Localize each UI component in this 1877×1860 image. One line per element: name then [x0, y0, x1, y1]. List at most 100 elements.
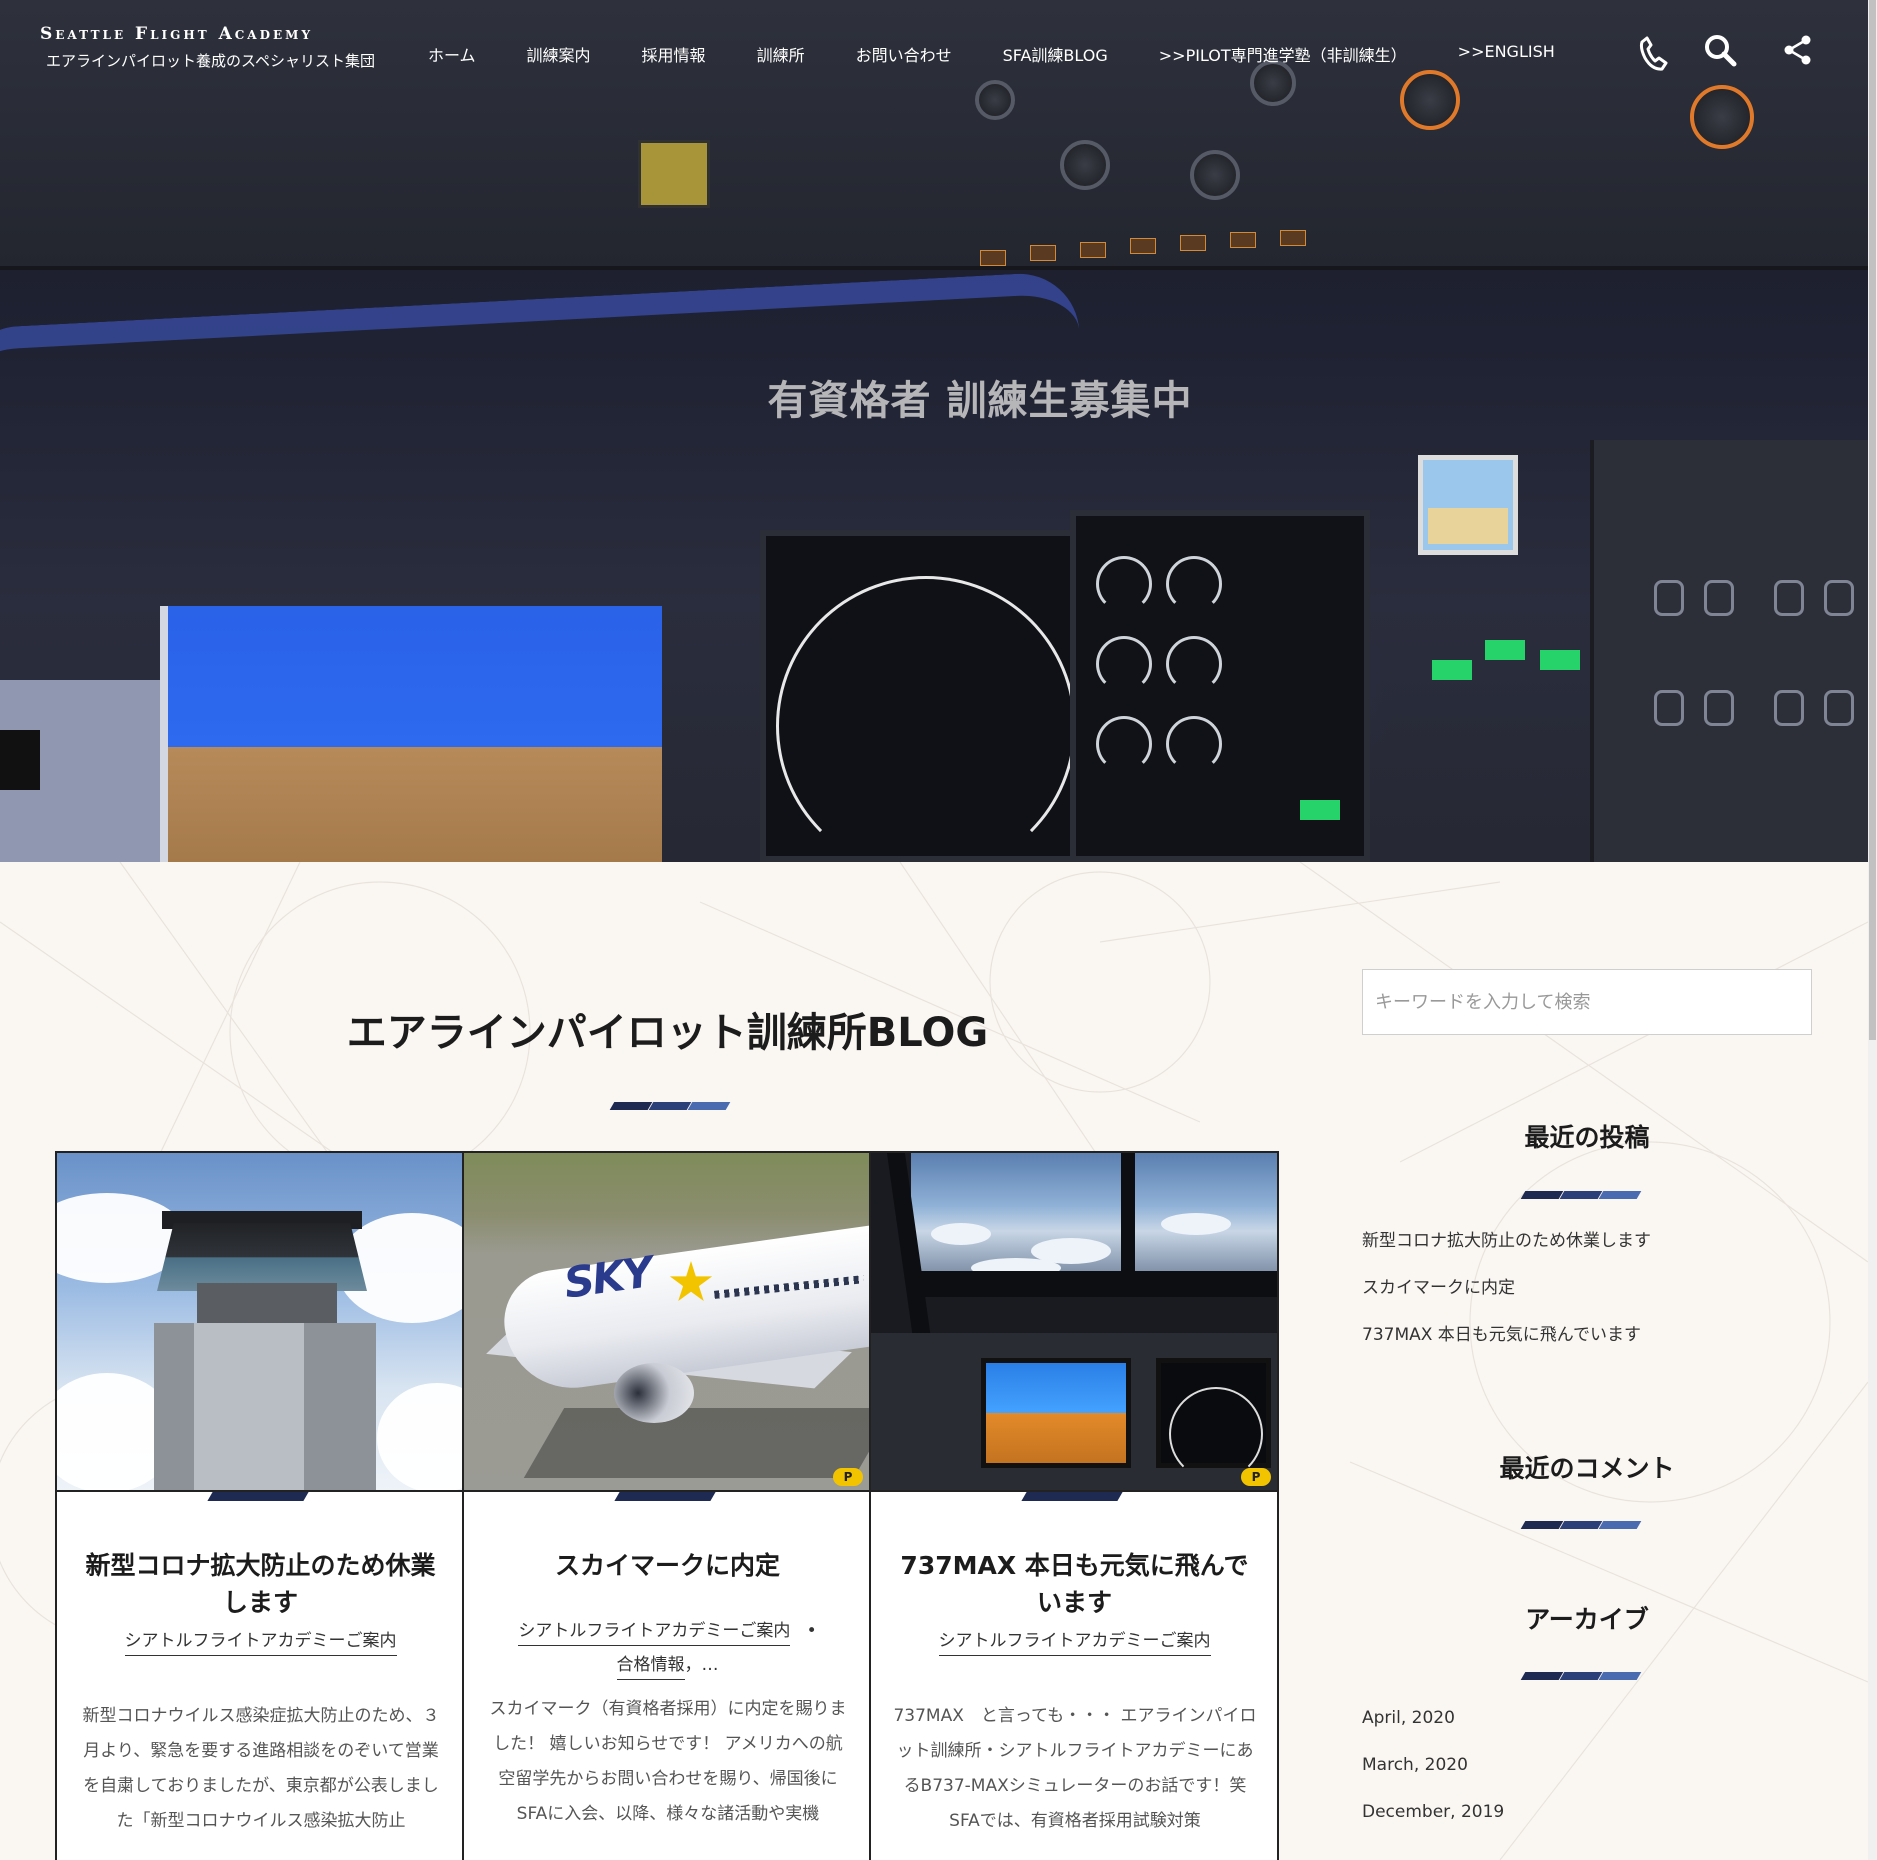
share-icon[interactable]	[1778, 30, 1818, 70]
scrollbar-thumb[interactable]	[1869, 0, 1876, 1040]
nav-training[interactable]: 訓練案内	[527, 42, 591, 66]
recent-post-link[interactable]: 新型コロナ拡大防止のため休業します	[1362, 1226, 1651, 1273]
status-light	[1485, 640, 1525, 660]
phone-icon-glyph	[1639, 36, 1668, 71]
logo-tagline: エアラインパイロット養成のスペシャリスト集団	[46, 52, 375, 70]
status-light	[1540, 650, 1580, 670]
underline-segment	[1598, 1191, 1642, 1199]
archives-heading: アーカイブ	[1525, 1605, 1649, 1634]
underline-segment	[687, 1102, 731, 1110]
navigation-display	[760, 530, 1090, 862]
underline-segment	[1559, 1521, 1603, 1529]
heading-underline	[1520, 1665, 1642, 1680]
post-thumbnail-simulator[interactable]: P	[871, 1153, 1277, 1492]
nav-english[interactable]: >>ENGLISH	[1458, 42, 1555, 66]
phone-icon[interactable]	[1633, 34, 1673, 74]
post-excerpt: 新型コロナウイルス感染症拡大防止のため、３月より、緊急を要する進路相談をのぞいて…	[82, 1706, 440, 1831]
panel-lamp	[1080, 242, 1106, 258]
post-grid: 新型コロナ拡大防止のため休業します シアトルフライトアカデミーご案内 新型コロナ…	[55, 1151, 1279, 1860]
category-link[interactable]: シアトルフライトアカデミーご案内	[518, 1621, 791, 1646]
nav-contact[interactable]: お問い合わせ	[856, 42, 952, 66]
tower-glass	[194, 1323, 304, 1490]
post-thumbnail-skymark[interactable]: SKY P	[464, 1153, 869, 1492]
nav-blog[interactable]: SFA訓練BLOG	[1003, 42, 1108, 66]
panel-switch	[1824, 690, 1854, 726]
archive-link[interactable]: March, 2020	[1362, 1755, 1504, 1802]
post-excerpt: 737MAX と言っても・・・ エアラインパイロット訓練所・シアトルフライトアカ…	[893, 1706, 1257, 1831]
post-thumbnail-tower[interactable]	[57, 1153, 462, 1492]
post-title[interactable]: 737MAX 本日も元気に飛んでいます	[891, 1547, 1258, 1621]
panel-knob	[1190, 150, 1240, 200]
archive-link[interactable]: December, 2019	[1362, 1802, 1504, 1849]
underline-segment	[1559, 1191, 1603, 1199]
engine-dial	[1166, 556, 1222, 612]
category-link[interactable]: シアトルフライトアカデミーご案内	[124, 1631, 397, 1656]
post-card[interactable]: 新型コロナ拡大防止のため休業します シアトルフライトアカデミーご案内 新型コロナ…	[57, 1153, 464, 1860]
heading-underline	[1520, 1514, 1642, 1529]
card-ribbon	[207, 1492, 309, 1501]
page-scrollbar[interactable]	[1868, 0, 1877, 1860]
archives-list: April, 2020 March, 2020 December, 2019	[1362, 1708, 1504, 1849]
nav-home[interactable]: ホーム	[428, 42, 476, 66]
p-badge-icon: P	[1241, 1468, 1271, 1486]
category-separator-dot: •	[795, 1621, 817, 1641]
underline-segment	[1520, 1521, 1564, 1529]
post-title[interactable]: スカイマークに内定	[484, 1547, 851, 1584]
nav-pilot-prep[interactable]: >>PILOT専門進学塾（非訓練生）	[1159, 42, 1407, 66]
cloud	[931, 1223, 991, 1245]
underline-segment	[1598, 1521, 1642, 1529]
post-categories: シアトルフライトアカデミーご案内	[891, 1624, 1258, 1658]
panel-light	[638, 140, 710, 208]
panel-switch	[1824, 580, 1854, 616]
share-icon-glyph	[1784, 35, 1811, 65]
cloud	[1161, 1213, 1231, 1235]
panel-switch	[1704, 690, 1734, 726]
post-card[interactable]: P 737MAX 本日も元気に飛んでいます シアトルフライトアカデミーご案内 7…	[871, 1153, 1277, 1860]
card-ribbon	[614, 1492, 716, 1501]
panel-lamp	[1280, 230, 1306, 246]
underline-segment	[1598, 1672, 1642, 1680]
nav-school[interactable]: 訓練所	[757, 42, 805, 66]
panel-knob	[1250, 60, 1296, 106]
search-icon[interactable]	[1700, 30, 1740, 70]
right-panel	[1590, 440, 1868, 862]
nav-recruit[interactable]: 採用情報	[642, 42, 706, 66]
panel-knob	[1690, 85, 1754, 149]
side-panel-slot	[0, 730, 40, 790]
lcd-display	[1418, 455, 1518, 555]
underline-segment	[1520, 1672, 1564, 1680]
post-title[interactable]: 新型コロナ拡大防止のため休業します	[77, 1547, 444, 1621]
site-logo[interactable]: Seattle Flight Academy エアラインパイロット養成のスペシャ…	[40, 24, 375, 71]
category-link[interactable]: 合格情報	[616, 1655, 685, 1680]
panel-lamp	[1230, 232, 1256, 248]
recent-post-link[interactable]: スカイマークに内定	[1362, 1273, 1651, 1320]
post-categories: シアトルフライトアカデミーご案内 • 合格情報，…	[484, 1614, 851, 1682]
search-input[interactable]	[1362, 969, 1812, 1035]
category-link[interactable]: シアトルフライトアカデミーご案内	[938, 1631, 1211, 1656]
underline-segment	[1520, 1191, 1564, 1199]
panel-lamp	[1180, 235, 1206, 251]
panel-lamp	[1030, 245, 1056, 261]
primary-flight-display	[160, 606, 662, 862]
panel-knob	[1060, 140, 1110, 190]
recent-posts-list: 新型コロナ拡大防止のため休業します スカイマークに内定 737MAX 本日も元気…	[1362, 1226, 1651, 1367]
tower-cab	[157, 1223, 367, 1291]
recent-posts-heading: 最近の投稿	[1524, 1123, 1650, 1152]
simulator-pfd	[981, 1358, 1131, 1468]
engine-dial	[1096, 716, 1152, 772]
panel-lamp	[980, 250, 1006, 266]
search-submit-button[interactable]	[1765, 987, 1795, 1017]
post-card[interactable]: SKY P スカイマークに内定 シアトルフライトアカデミーご案内 • 合格情報，…	[464, 1153, 871, 1860]
panel-lamp	[1130, 238, 1156, 254]
glareshield	[911, 1271, 1277, 1297]
recent-post-link[interactable]: 737MAX 本日も元気に飛んでいます	[1362, 1320, 1651, 1367]
search-icon-glyph	[1705, 35, 1737, 67]
post-excerpt: スカイマーク（有資格者採用）に内定を賜りました！ 嬉しいお知らせです！ アメリカ…	[489, 1699, 847, 1824]
compass-arc	[776, 576, 1076, 862]
tower-body	[154, 1323, 376, 1490]
archive-link[interactable]: April, 2020	[1362, 1708, 1504, 1755]
blog-title: エアラインパイロット訓練所BLOG	[346, 1010, 989, 1056]
simulator-windshield-view	[911, 1153, 1277, 1283]
card-ribbon	[1021, 1492, 1123, 1501]
status-light	[1432, 660, 1472, 680]
